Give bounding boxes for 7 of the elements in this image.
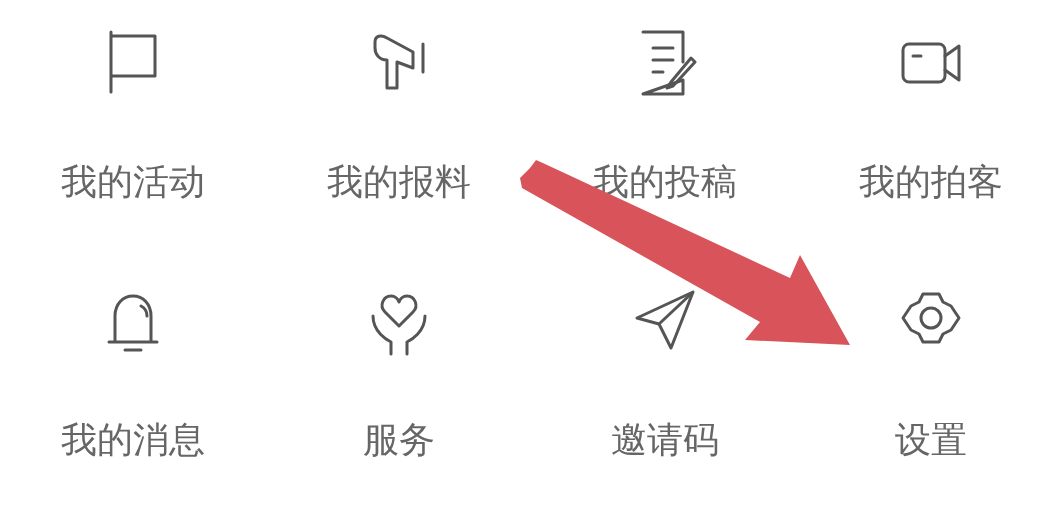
- menu-item-label[interactable]: 邀请码: [611, 420, 719, 460]
- menu-item-label[interactable]: 设置: [895, 420, 967, 460]
- menu-item-label[interactable]: 我的活动: [61, 162, 205, 202]
- menu-item-label[interactable]: 我的消息: [61, 420, 205, 460]
- menu-item-label[interactable]: 服务: [363, 420, 435, 460]
- menu-item-label[interactable]: 我的报料: [327, 162, 471, 202]
- menu-item-label[interactable]: 我的拍客: [859, 162, 1003, 202]
